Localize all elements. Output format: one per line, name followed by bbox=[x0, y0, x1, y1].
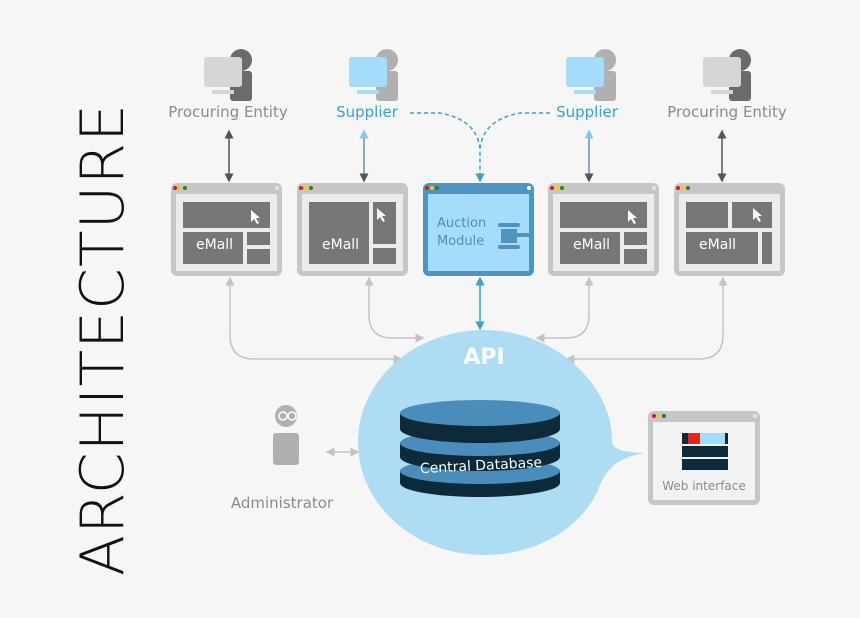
database-icon bbox=[400, 400, 560, 497]
administrator-icon bbox=[273, 405, 299, 465]
auction-module-label-line1: Auction bbox=[437, 216, 487, 231]
auction-module-label-line2: Module bbox=[437, 234, 485, 249]
emall-label: eMall bbox=[699, 237, 737, 253]
administrator-label: Administrator bbox=[230, 494, 334, 512]
web-table-icon bbox=[682, 433, 728, 470]
emall-label: eMall bbox=[573, 237, 611, 253]
dashed-arrow-supplier-auction bbox=[479, 112, 550, 151]
connector-emall-api bbox=[565, 276, 728, 364]
actor-label-supplier: Supplier bbox=[336, 103, 398, 121]
emall-window[interactable] bbox=[548, 183, 659, 276]
emall-label: eMall bbox=[322, 237, 360, 253]
api-label: API bbox=[463, 345, 505, 370]
connector-emall-api bbox=[535, 276, 594, 343]
emall-window[interactable] bbox=[297, 183, 408, 276]
supplier-icon bbox=[349, 49, 398, 101]
actor-label-procuring-entity: Procuring Entity bbox=[168, 103, 288, 121]
web-interface-label: Web interface bbox=[662, 479, 746, 493]
emall-label: eMall bbox=[196, 237, 234, 253]
emall-window[interactable] bbox=[171, 183, 282, 276]
emall-window[interactable] bbox=[674, 183, 785, 276]
actor-label-supplier: Supplier bbox=[556, 103, 618, 121]
dashed-arrow-supplier-auction bbox=[410, 112, 485, 183]
supplier-icon bbox=[566, 49, 616, 101]
procuring-entity-icon bbox=[204, 49, 252, 101]
actor-label-procuring-entity: Procuring Entity bbox=[667, 103, 787, 121]
connector-emall-api bbox=[364, 276, 425, 343]
connector-emall-api bbox=[225, 276, 403, 364]
page-title: ARCHITECTURE bbox=[68, 102, 138, 576]
procuring-entity-icon bbox=[703, 49, 751, 101]
